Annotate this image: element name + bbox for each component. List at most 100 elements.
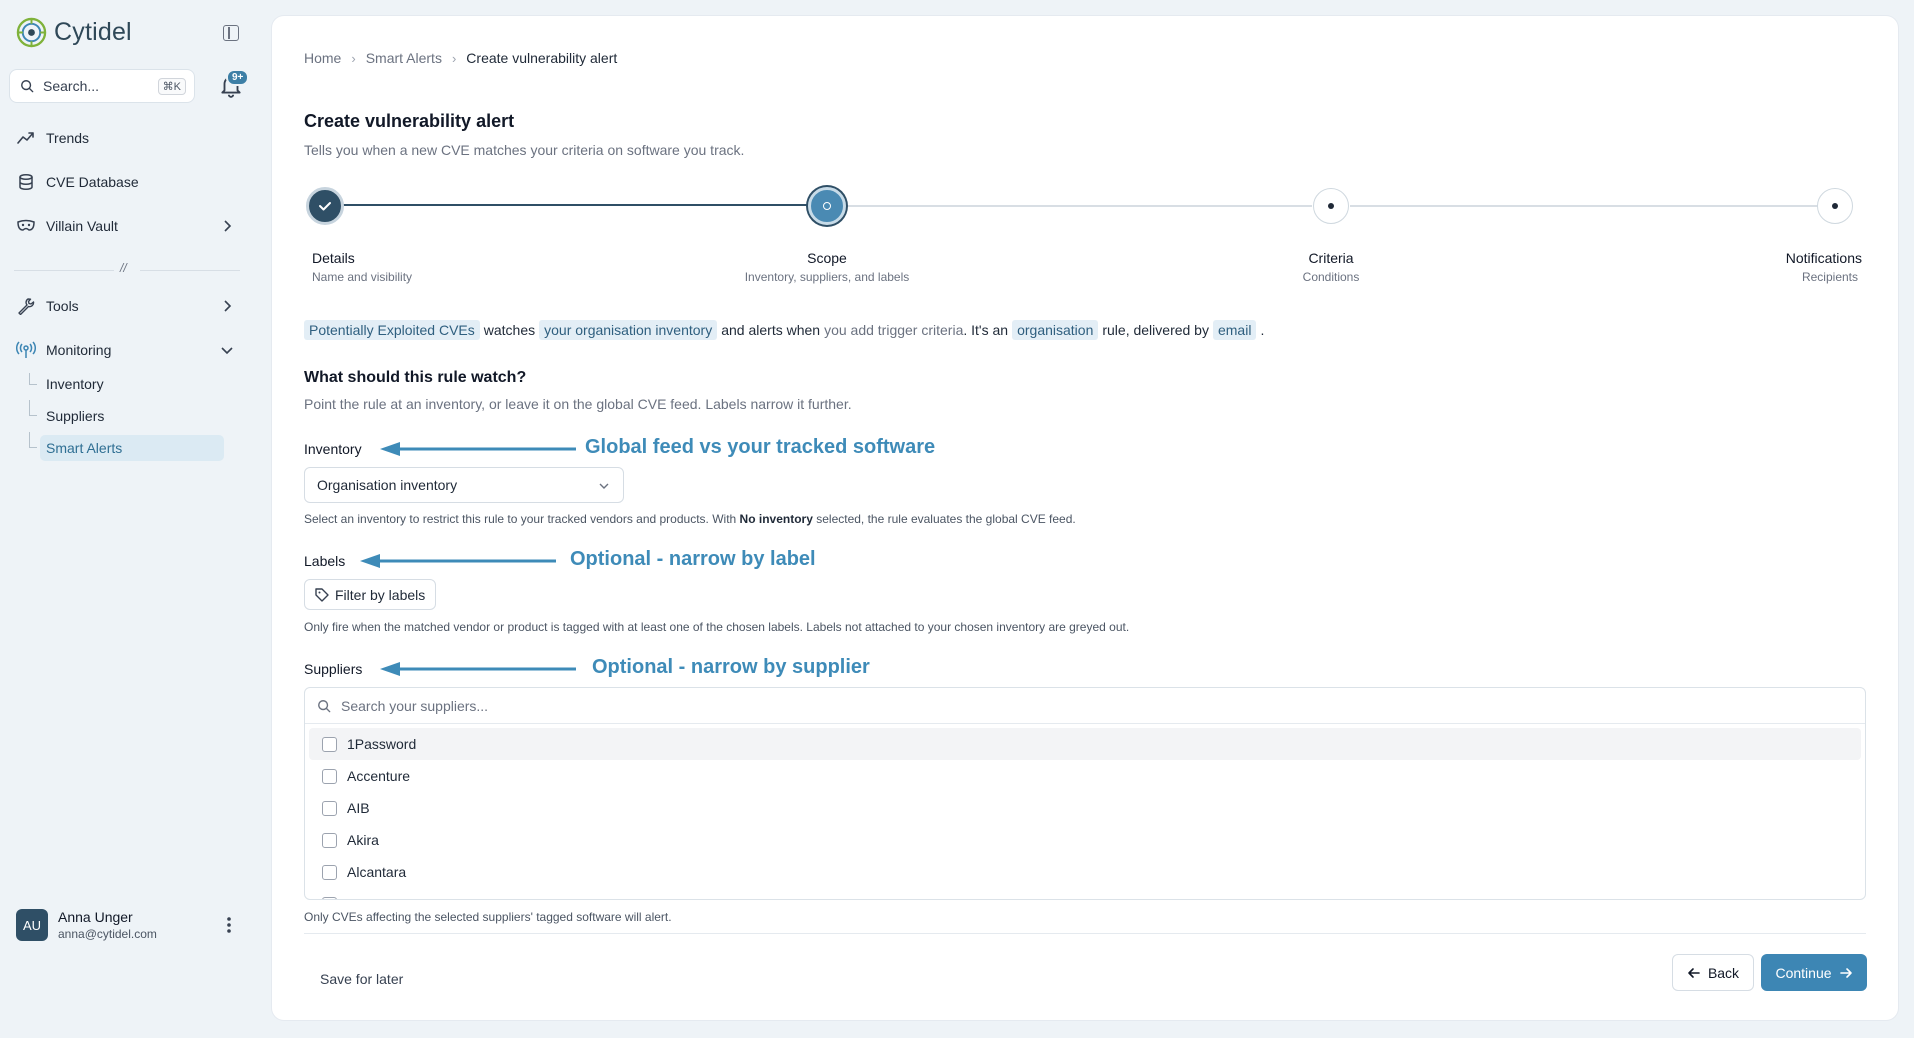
search-icon xyxy=(318,699,331,712)
summary-rule-chip: Potentially Exploited CVEs xyxy=(304,320,480,340)
sidebar-item-trends[interactable]: Trends xyxy=(16,125,242,151)
step-connector xyxy=(1350,205,1828,207)
sidebar-item-cve-database[interactable]: CVE Database xyxy=(16,169,242,195)
more-vertical-icon[interactable] xyxy=(226,916,232,934)
user-profile[interactable]: AU Anna Unger anna@cytidel.com xyxy=(16,909,157,941)
section-title: What should this rule watch? xyxy=(304,369,527,386)
sidebar-item-label: Trends xyxy=(46,130,90,146)
step-node-details[interactable] xyxy=(306,187,344,225)
suppliers-label: Suppliers xyxy=(304,661,363,677)
main-card: Home › Smart Alerts › Create vulnerabili… xyxy=(272,16,1898,1020)
labels-label: Labels xyxy=(304,553,346,569)
step-node-criteria[interactable] xyxy=(1313,188,1349,224)
summary-text: rule, delivered by xyxy=(1102,322,1209,338)
collapse-sidebar-icon[interactable] xyxy=(223,25,239,41)
step-node-notifications[interactable] xyxy=(1817,188,1853,224)
supplier-option[interactable]: Akira xyxy=(309,824,1861,856)
back-button[interactable]: Back xyxy=(1672,954,1754,991)
stepper: Details Name and visibility Scope Invent… xyxy=(304,184,1866,284)
mask-icon xyxy=(16,216,36,236)
avatar: AU xyxy=(16,909,48,941)
sidebar: Cytidel Search... ⌘K 9+ Trends CVE Datab… xyxy=(0,0,258,1038)
summary-text: and alerts when xyxy=(721,322,821,338)
sidebar-item-villain-vault[interactable]: Villain Vault xyxy=(16,213,242,239)
breadcrumb-current: Create vulnerability alert xyxy=(466,50,618,66)
filter-by-labels-label: Filter by labels xyxy=(335,586,426,603)
tree-line xyxy=(29,373,37,385)
summary-text: . It's an xyxy=(963,322,1009,338)
tree-line xyxy=(29,432,37,448)
sidebar-subitem-inventory[interactable]: Inventory xyxy=(40,371,104,397)
supplier-option-partial[interactable] xyxy=(309,888,1861,899)
check-icon xyxy=(319,202,331,211)
labels-annotation: Optional - narrow by label xyxy=(570,548,816,570)
supplier-option[interactable]: Accenture xyxy=(309,760,1861,792)
step-label: Scope xyxy=(807,250,847,266)
supplier-option[interactable]: Alcantara xyxy=(309,856,1861,888)
checkbox[interactable] xyxy=(322,896,337,899)
step-desc: Name and visibility xyxy=(312,270,413,284)
search-icon xyxy=(21,80,34,93)
filter-by-labels-button[interactable]: Filter by labels xyxy=(304,579,437,610)
suppliers-help: Only CVEs affecting the selected supplie… xyxy=(304,910,672,924)
search-input[interactable]: Search... ⌘K xyxy=(9,69,195,103)
search-shortcut: ⌘K xyxy=(157,77,186,95)
step-desc: Conditions xyxy=(1302,270,1360,284)
summary-text: watches xyxy=(483,322,536,338)
database-icon xyxy=(16,172,36,192)
step-label: Criteria xyxy=(1308,250,1354,266)
page-title: Create vulnerability alert xyxy=(304,111,515,131)
supplier-name: Accenture xyxy=(347,768,411,784)
sidebar-item-tools[interactable]: Tools xyxy=(16,293,242,319)
chevron-down-icon xyxy=(221,347,233,355)
sidebar-subitem-smart-alerts[interactable]: Smart Alerts xyxy=(40,435,224,461)
checkbox[interactable] xyxy=(322,800,337,816)
breadcrumb-smart-alerts[interactable]: Smart Alerts xyxy=(366,50,442,66)
sidebar-subitem-suppliers[interactable]: Suppliers xyxy=(40,403,104,429)
chevron-down-icon xyxy=(599,483,609,489)
supplier-search-placeholder: Search your suppliers... xyxy=(341,697,489,714)
inventory-help: Select an inventory to restrict this rul… xyxy=(304,512,1076,526)
sidebar-item-label: Monitoring xyxy=(46,342,112,358)
step-node-scope[interactable] xyxy=(808,187,846,225)
tree-line xyxy=(29,400,37,416)
inventory-annotation: Global feed vs your tracked software xyxy=(585,436,936,458)
summary-scope-chip: organisation xyxy=(1012,320,1099,340)
supplier-search-input[interactable]: Search your suppliers... xyxy=(305,688,1865,724)
sidebar-item-monitoring[interactable]: Monitoring xyxy=(16,337,242,363)
save-for-later-button[interactable]: Save for later xyxy=(320,971,403,987)
notification-badge: 9+ xyxy=(226,69,250,86)
checkbox[interactable] xyxy=(322,768,337,784)
checkbox[interactable] xyxy=(322,832,337,848)
arrow-left-icon xyxy=(380,442,576,456)
chevron-right-icon xyxy=(224,300,232,312)
step-label: Notifications xyxy=(1785,250,1862,266)
arrow-left-icon xyxy=(380,662,576,676)
inventory-select[interactable]: Organisation inventory xyxy=(304,467,624,503)
rule-summary: Potentially Exploited CVEs watches your … xyxy=(304,320,1264,340)
step-connector xyxy=(342,204,808,206)
continue-label: Continue xyxy=(1775,964,1832,981)
labels-help: Only fire when the matched vendor or pro… xyxy=(304,620,1130,634)
summary-channel-chip: email xyxy=(1212,320,1257,340)
wrench-icon xyxy=(16,296,36,316)
user-email: anna@cytidel.com xyxy=(58,927,157,941)
supplier-list[interactable]: Search your suppliers... 1Password Accen… xyxy=(304,687,1866,900)
suppliers-annotation: Optional - narrow by supplier xyxy=(592,656,870,678)
brand[interactable]: Cytidel xyxy=(16,17,132,48)
supplier-name: 1Password xyxy=(347,736,417,752)
brand-name: Cytidel xyxy=(54,18,132,46)
supplier-option[interactable]: AIB xyxy=(309,792,1861,824)
supplier-name: Alcantara xyxy=(347,864,407,880)
tag-icon xyxy=(315,587,329,602)
supplier-option[interactable]: 1Password xyxy=(309,728,1861,760)
checkbox[interactable] xyxy=(322,736,337,752)
inventory-select-value: Organisation inventory xyxy=(317,477,458,493)
inventory-label: Inventory xyxy=(304,441,362,457)
continue-button[interactable]: Continue xyxy=(1761,954,1867,991)
checkbox[interactable] xyxy=(322,864,337,880)
summary-text: . xyxy=(1260,322,1265,338)
breadcrumb-home[interactable]: Home xyxy=(304,50,341,66)
search-placeholder: Search... xyxy=(43,78,100,94)
arrow-right-icon xyxy=(1839,967,1852,978)
